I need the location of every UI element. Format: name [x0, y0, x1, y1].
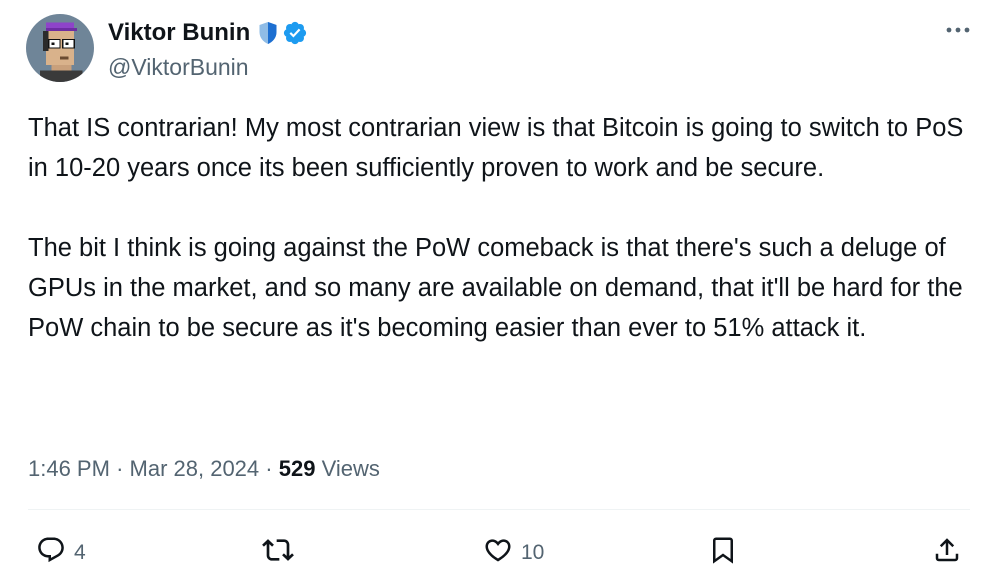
- more-options-icon[interactable]: [938, 18, 978, 42]
- meta-separator: ·: [116, 456, 124, 481]
- tweet-meta: 1:46 PM · Mar 28, 2024 · 529 Views: [28, 452, 380, 486]
- like-count: 10: [521, 541, 545, 564]
- author-name-row: Viktor Bunin: [108, 16, 308, 50]
- author-handle[interactable]: @ViktorBunin: [108, 52, 249, 82]
- tweet-time[interactable]: 1:46 PM: [28, 456, 110, 481]
- share-icon: [932, 535, 962, 571]
- reply-button[interactable]: 4: [36, 525, 86, 581]
- like-button[interactable]: 10: [483, 525, 544, 581]
- bookmark-icon: [708, 535, 738, 571]
- repost-button[interactable]: [262, 525, 294, 581]
- views-count: 529: [278, 456, 316, 481]
- shield-badge-icon[interactable]: [258, 21, 278, 45]
- bookmark-button[interactable]: [708, 525, 738, 581]
- verified-badge-icon[interactable]: [282, 20, 308, 46]
- tweet-card: Viktor Bunin @ViktorBunin That IS contra…: [0, 0, 988, 585]
- tweet-paragraph: That IS contrarian! My most contrarian v…: [28, 114, 964, 182]
- action-bar: 4 10: [0, 525, 988, 581]
- meta-separator: ·: [265, 456, 273, 481]
- repost-icon: [262, 534, 294, 572]
- views-label: Views: [321, 456, 380, 481]
- tweet-paragraph: The bit I think is going against the PoW…: [28, 234, 963, 342]
- reply-count: 4: [74, 541, 86, 564]
- author-name[interactable]: Viktor Bunin: [108, 16, 250, 50]
- heart-icon: [483, 535, 513, 571]
- share-button[interactable]: [932, 525, 962, 581]
- avatar[interactable]: [26, 14, 94, 82]
- tweet-date[interactable]: Mar 28, 2024: [130, 456, 260, 481]
- divider: [28, 509, 970, 510]
- tweet-text: That IS contrarian! My most contrarian v…: [28, 108, 968, 348]
- reply-icon: [36, 535, 66, 571]
